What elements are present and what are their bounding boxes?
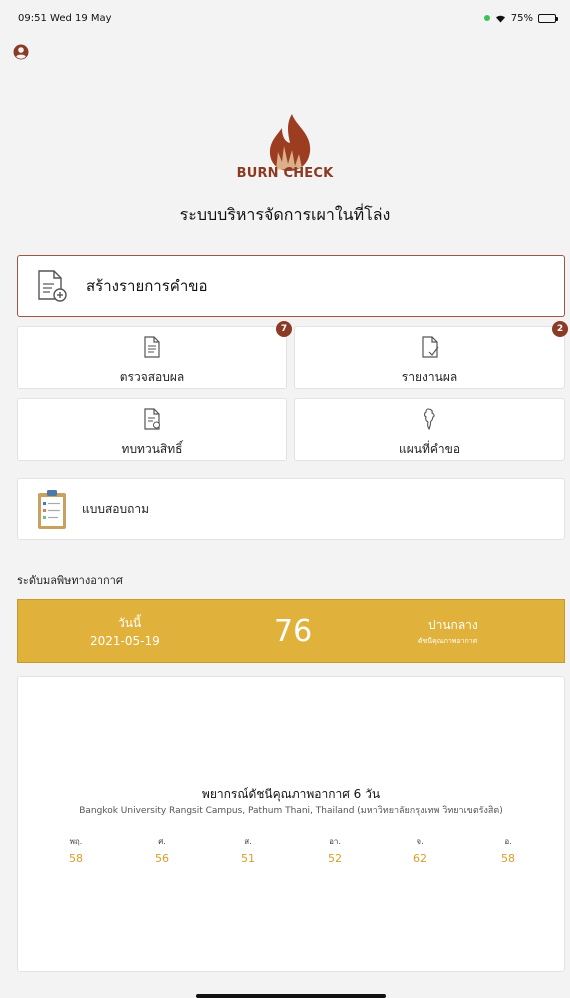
- forecast-day-value: 58: [501, 852, 515, 865]
- document-review-icon: [144, 408, 160, 430]
- forecast-location: Bangkok University Rangsit Campus, Pathu…: [79, 806, 503, 816]
- home-indicator[interactable]: [196, 994, 386, 998]
- document-check-icon: [421, 336, 438, 358]
- wifi-icon: [495, 15, 505, 22]
- request-map-label: แผนที่คำขอ: [398, 442, 461, 456]
- forecast-day-name: จ.: [416, 837, 424, 846]
- review-rights-label: ทบทวนสิทธิ์: [121, 442, 183, 456]
- review-rights-button[interactable]: ทบทวนสิทธิ์: [17, 398, 287, 461]
- forecast-day-name: อา.: [329, 837, 341, 846]
- aqi-level: ปานกลาง: [428, 618, 478, 632]
- forecast-day-value: 62: [413, 852, 427, 865]
- create-request-label: สร้างรายการคำขอ: [86, 277, 208, 295]
- burn-check-flame-logo: [269, 114, 311, 171]
- report-results-count-badge: 2: [552, 321, 568, 337]
- request-map-button[interactable]: แผนที่คำขอ: [294, 398, 565, 461]
- camera-indicator-icon: [483, 15, 490, 21]
- report-results-label: รายงานผล: [401, 370, 458, 384]
- status-time-date: 09:51 Wed 19 May: [18, 13, 112, 24]
- check-results-label: ตรวจสอบผล: [119, 370, 185, 384]
- forecast-day: จ. 62: [400, 835, 440, 865]
- aqi-today-panel: วันนี้ 2021-05-19 76 ปานกลาง ดัชนีคุณภาพ…: [17, 599, 565, 663]
- status-date: Wed 19 May: [50, 12, 112, 24]
- forecast-title: พยากรณ์ดัชนีคุณภาพอากาศ 6 วัน: [201, 787, 381, 801]
- forecast-day: พฤ. 58: [56, 835, 96, 865]
- questionnaire-button[interactable]: แบบสอบถาม: [17, 478, 565, 540]
- forecast-day: ศ. 56: [142, 835, 182, 865]
- forecast-day-name: ศ.: [158, 837, 166, 846]
- check-results-count-badge: 7: [276, 321, 292, 337]
- check-results-button[interactable]: ตรวจสอบผล: [17, 326, 287, 389]
- aqi-today-label: วันนี้: [118, 616, 142, 630]
- forecast-day-value: 51: [241, 852, 255, 865]
- status-time: 09:51: [18, 12, 47, 24]
- app-subtitle: ระบบบริหารจัดการเผาในที่โล่ง: [179, 205, 391, 224]
- aqi-forecast-panel: พยากรณ์ดัชนีคุณภาพอากาศ 6 วัน Bangkok Un…: [17, 676, 565, 972]
- report-results-button[interactable]: รายงานผล: [294, 326, 565, 389]
- forecast-day-name: อ.: [504, 837, 512, 846]
- forecast-day: อ. 58: [488, 835, 528, 865]
- forecast-day-value: 52: [328, 852, 342, 865]
- air-pollution-section-title: ระดับมลพิษทางอากาศ: [17, 574, 123, 587]
- forecast-day: ส. 51: [228, 835, 268, 865]
- aqi-value: 76: [274, 614, 313, 649]
- battery-percent: 75%: [510, 12, 533, 24]
- user-profile-icon[interactable]: [13, 44, 29, 60]
- document-icon: [144, 336, 160, 358]
- forecast-day-name: พฤ.: [69, 837, 83, 846]
- document-add-icon: [38, 270, 67, 302]
- forecast-day: อา. 52: [315, 835, 355, 865]
- status-bar: 09:51 Wed 19 May 75%: [0, 0, 570, 36]
- brand-name: BURN CHECK: [236, 166, 334, 181]
- battery-icon: [538, 13, 558, 23]
- forecast-day-value: 56: [155, 852, 169, 865]
- create-request-button[interactable]: สร้างรายการคำขอ: [17, 255, 565, 317]
- aqi-date: 2021-05-19: [90, 634, 160, 648]
- thailand-map-icon: [423, 408, 435, 430]
- clipboard-icon: [38, 490, 66, 529]
- forecast-day-value: 58: [69, 852, 83, 865]
- status-right: 75%: [483, 12, 558, 24]
- aqi-caption: ดัชนีคุณภาพอากาศ: [418, 637, 478, 645]
- forecast-day-name: ส.: [244, 837, 252, 846]
- questionnaire-label: แบบสอบถาม: [82, 501, 150, 516]
